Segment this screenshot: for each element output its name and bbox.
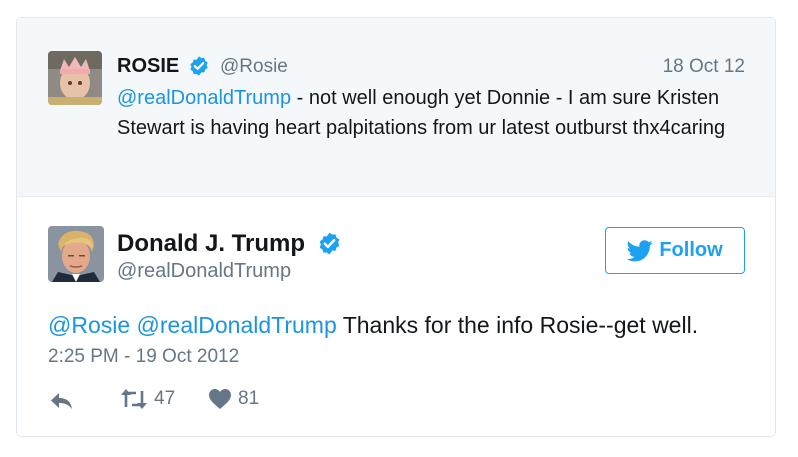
tweet-timestamp[interactable]: 2:25 PM - 19 Oct 2012 — [48, 346, 239, 368]
verified-badge-icon — [319, 232, 340, 255]
tweet-body: Thanks for the info Rosie--get well. — [336, 312, 699, 338]
tweet-text: @Rosie @realDonaldTrump Thanks for the i… — [48, 312, 698, 339]
retweet-count: 47 — [154, 388, 176, 409]
author-handle[interactable]: @realDonaldTrump — [117, 260, 291, 283]
quoted-tweet[interactable]: ROSIE @Rosie 18 Oct 12 @realDonaldTrump … — [17, 18, 775, 197]
retweet-button[interactable]: 47 — [120, 388, 175, 410]
mention-link[interactable]: @Rosie — [48, 312, 130, 338]
quoted-author-handle[interactable]: @Rosie — [220, 56, 288, 78]
trump-avatar[interactable] — [48, 226, 104, 282]
reply-button[interactable] — [50, 391, 74, 411]
like-button[interactable]: 81 — [208, 388, 259, 410]
quoted-tweet-date[interactable]: 18 Oct 12 — [663, 56, 745, 78]
quoted-tweet-text: @realDonaldTrump - not well enough yet D… — [117, 84, 737, 143]
verified-badge-icon — [190, 56, 208, 76]
rosie-avatar[interactable] — [48, 51, 102, 105]
follow-button-label: Follow — [659, 239, 723, 261]
mention-link[interactable]: @realDonaldTrump — [137, 312, 337, 338]
reply-icon — [51, 393, 72, 409]
retweet-icon — [121, 389, 147, 409]
tweet-actions: 47 81 — [48, 388, 348, 414]
twitter-bird-icon — [627, 239, 653, 261]
author-name[interactable]: Donald J. Trump — [117, 230, 305, 258]
quoted-author-name[interactable]: ROSIE — [117, 55, 179, 78]
like-count: 81 — [238, 388, 260, 409]
mention-link[interactable]: @realDonaldTrump — [117, 87, 291, 109]
follow-button[interactable]: Follow — [605, 227, 745, 274]
tweet-embed-card: ROSIE @Rosie 18 Oct 12 @realDonaldTrump … — [16, 17, 776, 437]
heart-icon — [209, 389, 231, 409]
